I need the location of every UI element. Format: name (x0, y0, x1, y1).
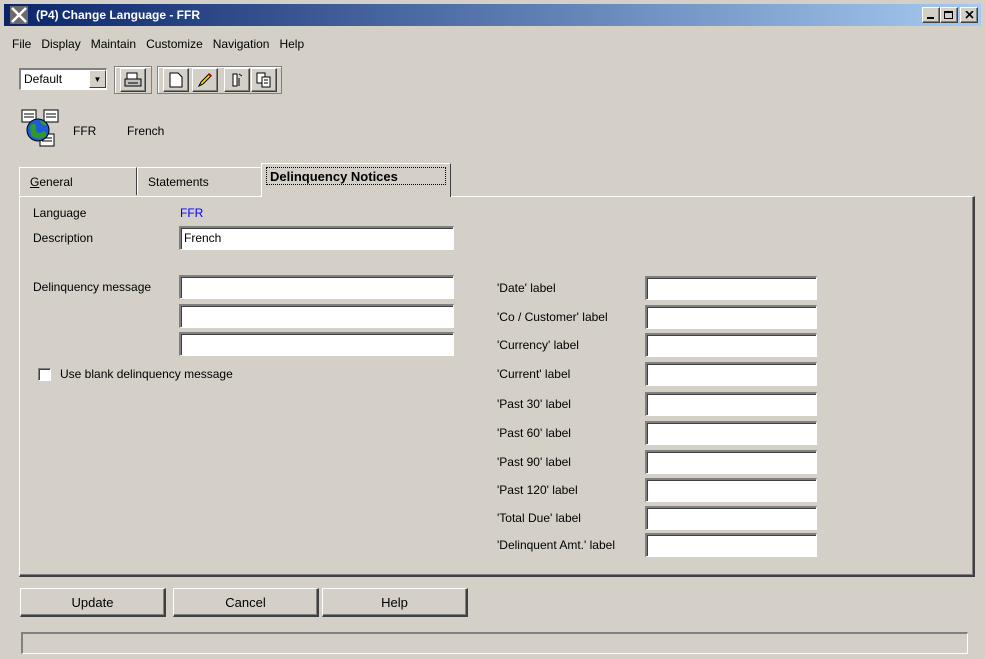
view-select-value: Default (24, 72, 63, 86)
language-label: Language (33, 206, 87, 220)
currency-label-label: 'Currency' label (497, 338, 579, 352)
pencil-icon (197, 73, 212, 88)
header-name: French (127, 124, 165, 138)
past-60-label-label: 'Past 60' label (497, 426, 571, 440)
maximize-icon (944, 10, 953, 19)
print-button[interactable] (120, 68, 146, 92)
view-select[interactable]: Default ▼ (19, 68, 107, 90)
new-button[interactable] (163, 68, 189, 92)
past-120-label-field[interactable] (645, 478, 817, 502)
description-label: Description (33, 231, 94, 245)
header-code: FFR (73, 124, 97, 138)
co-customer-label-field[interactable] (645, 305, 817, 329)
past-60-label-field[interactable] (645, 421, 817, 445)
language-globe-icon (21, 109, 59, 147)
edit-button[interactable] (192, 68, 218, 92)
focus-rectangle (266, 167, 446, 185)
format-icon (232, 73, 243, 87)
close-button[interactable] (960, 7, 978, 23)
current-label-field[interactable] (645, 362, 817, 386)
menu-maintain[interactable]: Maintain (87, 37, 142, 51)
cancel-button[interactable]: Cancel (173, 588, 319, 617)
delinquency-message-line-2[interactable] (179, 304, 454, 328)
window-title: (P4) Change Language - FFR (36, 8, 201, 22)
total-due-label-label: 'Total Due' label (497, 511, 581, 525)
tab-statements-label: Statements (148, 175, 209, 189)
copy-icon (256, 72, 271, 88)
menu-display[interactable]: Display (37, 37, 86, 51)
past-90-label-label: 'Past 90' label (497, 455, 571, 469)
copy-format-button[interactable] (224, 68, 250, 92)
date-label-field[interactable] (645, 276, 817, 300)
delinquency-message-line-3[interactable] (179, 332, 454, 356)
app-icon (10, 6, 28, 24)
menu-help[interactable]: Help (275, 37, 310, 51)
delinquent-amt-label-field[interactable] (645, 533, 817, 557)
status-bar (21, 632, 968, 654)
menu-file[interactable]: File (8, 37, 37, 51)
past-30-label-field[interactable] (645, 392, 817, 416)
menu-customize[interactable]: Customize (142, 37, 209, 51)
description-field[interactable]: French (179, 226, 454, 250)
chevron-down-icon[interactable]: ▼ (89, 70, 106, 88)
printer-icon (124, 72, 142, 87)
delinquent-amt-label-label: 'Delinquent Amt.' label (497, 538, 615, 552)
tab-statements[interactable]: Statements (137, 167, 262, 195)
minimize-button[interactable] (922, 7, 940, 23)
use-blank-message-label: Use blank delinquency message (60, 367, 233, 381)
minimize-icon (927, 17, 934, 19)
maximize-button[interactable] (940, 7, 958, 23)
update-button[interactable]: Update (20, 588, 166, 617)
total-due-label-field[interactable] (645, 506, 817, 530)
tab-delinquency-notices[interactable]: Delinquency Notices (261, 163, 451, 197)
delinquency-message-label: Delinquency message (33, 280, 152, 294)
menu-bar: File Display Maintain Customize Navigation He… (8, 37, 310, 51)
help-button[interactable]: Help (322, 588, 468, 617)
past-120-label-label: 'Past 120' label (497, 483, 578, 497)
menu-navigation[interactable]: Navigation (209, 37, 276, 51)
language-value: FFR (180, 206, 204, 220)
new-document-icon (169, 72, 183, 88)
use-blank-message-checkbox[interactable] (38, 368, 51, 381)
co-customer-label-label: 'Co / Customer' label (497, 310, 608, 324)
currency-label-field[interactable] (645, 333, 817, 357)
date-label-label: 'Date' label (497, 281, 556, 295)
past-90-label-field[interactable] (645, 450, 817, 474)
current-label-label: 'Current' label (497, 367, 571, 381)
tab-general-label: General (30, 175, 73, 189)
tab-general[interactable]: General (19, 167, 137, 195)
close-icon (964, 11, 974, 19)
title-bar[interactable]: (P4) Change Language - FFR (4, 4, 981, 26)
past-30-label-label: 'Past 30' label (497, 397, 571, 411)
copy-button[interactable] (251, 68, 277, 92)
delinquency-message-line-1[interactable] (179, 275, 454, 299)
